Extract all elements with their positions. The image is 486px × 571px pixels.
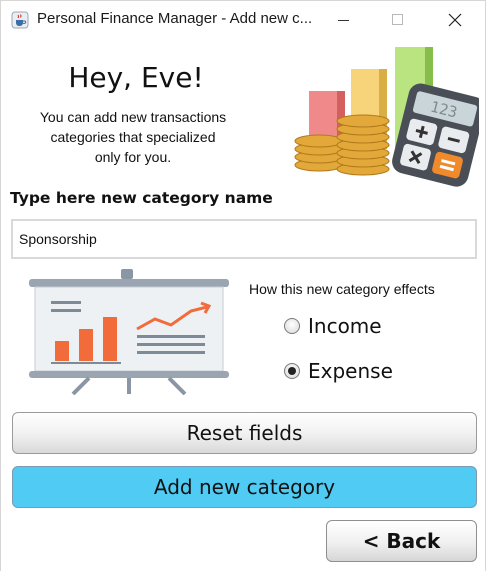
finance-coins-calculator-icon: 123 xyxy=(294,47,479,187)
subtitle-line: categories that specialized xyxy=(50,129,216,145)
category-name-input[interactable] xyxy=(11,219,477,259)
close-icon xyxy=(448,13,462,27)
income-radio[interactable]: Income xyxy=(284,313,382,339)
greeting-subtitle: You can add new transactions categories … xyxy=(21,107,245,167)
greeting-title: Hey, Eve! xyxy=(68,61,204,94)
category-name-label: Type here new category name xyxy=(10,189,273,207)
effects-label: How this new category effects xyxy=(249,281,435,297)
subtitle-line: only for you. xyxy=(94,149,172,165)
minimize-button[interactable] xyxy=(321,1,367,39)
back-button[interactable]: < Back xyxy=(326,520,477,562)
radio-unchecked-icon[interactable] xyxy=(284,318,300,334)
income-radio-label: Income xyxy=(308,314,382,338)
window-title: Personal Finance Manager - Add new c... xyxy=(37,10,313,27)
presentation-board-icon xyxy=(29,269,229,395)
maximize-button[interactable] xyxy=(374,1,420,39)
add-category-button[interactable]: Add new category xyxy=(12,466,477,508)
expense-radio[interactable]: Expense xyxy=(284,358,393,384)
java-coffee-cup-icon xyxy=(11,11,29,29)
app-window: Personal Finance Manager - Add new c... … xyxy=(0,0,486,571)
subtitle-line: You can add new transactions xyxy=(39,109,227,125)
reset-fields-button[interactable]: Reset fields xyxy=(12,412,477,454)
radio-checked-icon[interactable] xyxy=(284,363,300,379)
expense-radio-label: Expense xyxy=(308,359,393,383)
close-button[interactable] xyxy=(432,1,478,39)
title-bar: Personal Finance Manager - Add new c... xyxy=(1,1,485,39)
content-area: Hey, Eve! You can add new transactions c… xyxy=(1,39,485,571)
